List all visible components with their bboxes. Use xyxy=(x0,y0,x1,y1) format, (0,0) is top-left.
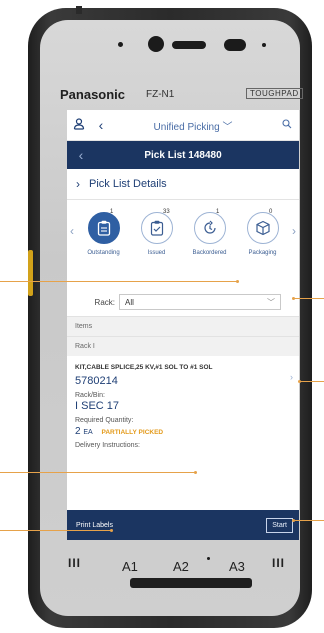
tile-backordered[interactable]: 1 Backordered xyxy=(183,209,236,256)
tile-label: Outstanding xyxy=(87,250,120,256)
bin-value: I SEC 17 xyxy=(75,400,120,412)
bottom-action-bar: Print Labels Start xyxy=(67,510,299,540)
status-tiles: ‹ 1 Outstanding 33 Issued 1 Backordered xyxy=(67,200,299,288)
chevron-right-icon: › xyxy=(290,372,293,382)
clipboard-icon xyxy=(87,212,120,244)
front-camera xyxy=(148,36,164,52)
details-label: Pick List Details xyxy=(89,178,167,190)
callout-dot xyxy=(292,519,295,522)
callout-line-start xyxy=(294,520,324,521)
callout-line-tiles xyxy=(0,281,238,282)
callout-line-print xyxy=(0,530,112,531)
item-number: 5780214 xyxy=(75,375,118,387)
hw-key-a2[interactable]: A2 xyxy=(173,559,189,574)
sensor-dot xyxy=(118,42,123,47)
quantity-unit: EA xyxy=(83,429,93,436)
tile-count: 33 xyxy=(163,209,170,215)
tile-count: 1 xyxy=(110,209,114,215)
list-item[interactable]: KIT,CABLE SPLICE,25 KV,#1 SOL TO #1 SOL … xyxy=(67,356,299,495)
start-button[interactable]: Start xyxy=(266,517,293,533)
toughpad-badge: TOUGHPAD xyxy=(246,88,303,99)
tile-outstanding[interactable]: 1 Outstanding xyxy=(77,209,130,256)
front-sensor xyxy=(224,39,246,51)
top-button xyxy=(76,6,82,14)
model-name: FZ-N1 xyxy=(146,89,175,100)
rack-select-value: All xyxy=(125,297,134,307)
tile-label: Packaging xyxy=(248,250,277,256)
clipboard-check-icon xyxy=(140,212,173,244)
chevron-down-icon: ﹀ xyxy=(267,297,275,307)
hw-key-a3[interactable]: A3 xyxy=(229,559,245,574)
box-icon xyxy=(246,212,279,244)
module-title: Unified Picking xyxy=(153,121,220,133)
callout-line-item xyxy=(300,381,324,382)
tiles-prev-icon[interactable]: ‹ xyxy=(67,212,77,238)
callout-dot xyxy=(298,380,301,383)
delivery-label: Delivery Instructions: xyxy=(75,442,140,449)
right-speaker-grill: III xyxy=(272,556,286,570)
rack-filter-row: Rack: All ﹀ xyxy=(67,288,299,316)
rack-label: Rack: xyxy=(94,297,115,307)
callout-dot xyxy=(236,280,239,283)
header-back-icon[interactable]: ‹ xyxy=(67,147,95,163)
tile-label: Backordered xyxy=(192,250,227,256)
callout-line-rack xyxy=(294,298,324,299)
brand-logo: Panasonic xyxy=(60,87,126,102)
search-icon[interactable] xyxy=(275,118,299,132)
items-section-header: Items xyxy=(67,316,299,336)
back-icon[interactable]: ‹ xyxy=(91,117,111,133)
rack-select[interactable]: All ﹀ xyxy=(119,294,281,310)
speaker-grill xyxy=(172,41,206,49)
callout-dot xyxy=(292,297,295,300)
pick-list-details-row[interactable]: › Pick List Details xyxy=(67,169,299,200)
tile-issued[interactable]: 33 Issued xyxy=(130,209,183,256)
tile-packaging[interactable]: 0 Packaging xyxy=(236,209,289,256)
callout-dot xyxy=(194,471,197,474)
status-badge: PARTIALLY PICKED xyxy=(101,429,164,436)
pick-list-header: ‹ Pick List 148480 xyxy=(67,141,299,169)
indicator-dot xyxy=(207,557,210,560)
callout-dot xyxy=(110,529,113,532)
tile-label: Issued xyxy=(147,250,166,256)
quantity-row: 2 EA PARTIALLY PICKED xyxy=(75,426,291,437)
app-screen: ‹ Unified Picking ﹀ ‹ Pick List 148480 ›… xyxy=(67,110,299,540)
bin-label: Rack/Bin: xyxy=(75,392,105,399)
bottom-connector xyxy=(130,578,252,588)
module-selector[interactable]: Unified Picking ﹀ xyxy=(111,118,275,133)
quantity-value: 2 xyxy=(75,426,81,437)
top-app-bar: ‹ Unified Picking ﹀ xyxy=(67,110,299,141)
page-title: Pick List 148480 xyxy=(144,149,222,161)
sensor-dot xyxy=(262,43,266,47)
hw-key-a1[interactable]: A1 xyxy=(122,559,138,574)
print-labels-button[interactable]: Print Labels xyxy=(76,522,113,529)
tile-count: 0 xyxy=(269,209,273,215)
left-speaker-grill: III xyxy=(68,556,82,570)
tile-count: 1 xyxy=(216,209,220,215)
chevron-down-icon: ﹀ xyxy=(222,121,233,133)
clock-refresh-icon xyxy=(193,212,226,244)
side-button xyxy=(28,250,33,296)
quantity-label: Required Quantity: xyxy=(75,417,134,424)
item-description: KIT,CABLE SPLICE,25 KV,#1 SOL TO #1 SOL xyxy=(75,364,213,371)
person-icon[interactable] xyxy=(67,117,91,133)
chevron-right-icon: › xyxy=(76,177,80,191)
rack-group-header: Rack I xyxy=(67,336,299,356)
callout-line-status xyxy=(0,472,196,473)
tiles-next-icon[interactable]: › xyxy=(289,212,299,238)
